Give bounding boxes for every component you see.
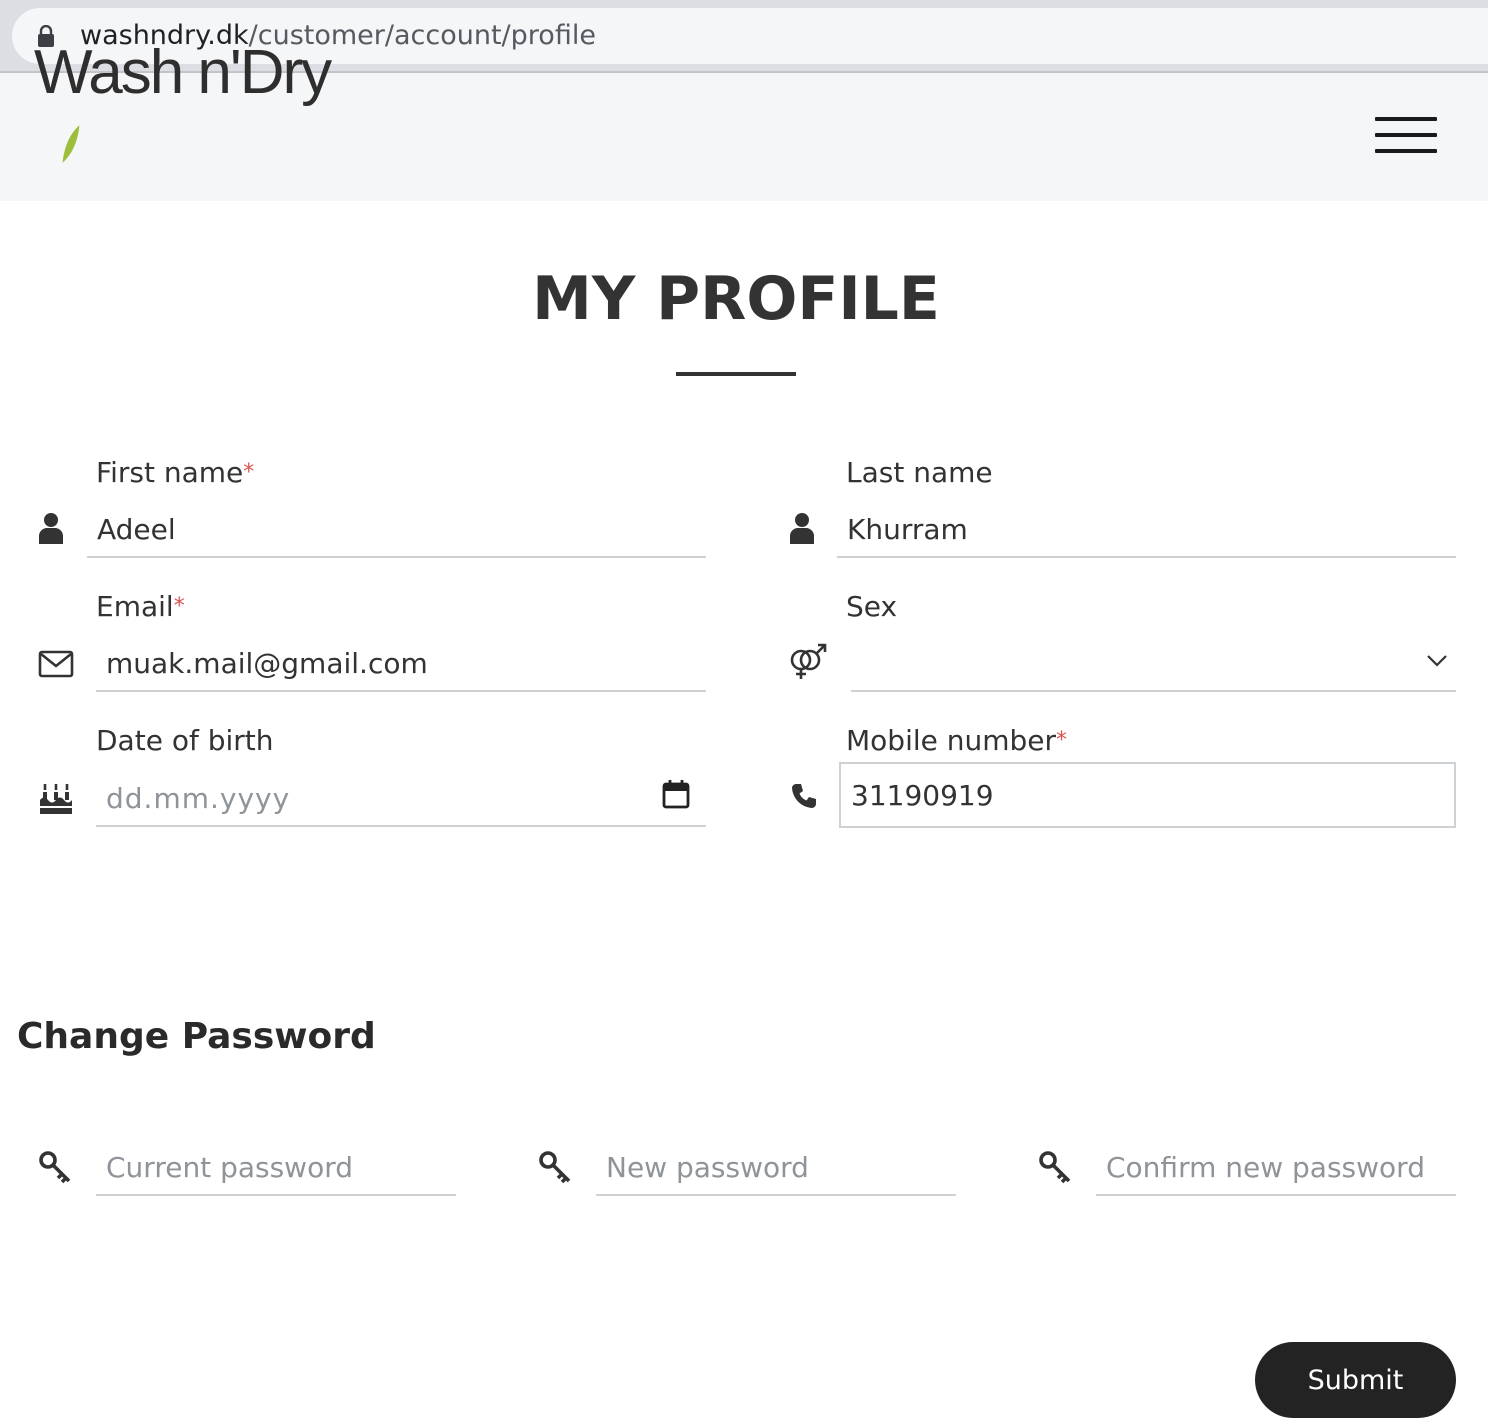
key-icon: [39, 1151, 71, 1184]
user-icon: [39, 513, 63, 544]
menu-bar: [1375, 133, 1437, 137]
dob-label: Date of birth: [96, 724, 274, 757]
sex-label: Sex: [846, 590, 898, 623]
gender-icon: [790, 643, 827, 679]
confirm-password-input[interactable]: [1096, 1140, 1456, 1196]
first-name-label-text: First name: [96, 456, 244, 489]
email-label: Email*: [96, 590, 185, 624]
current-password-input[interactable]: [96, 1140, 456, 1196]
last-name-label: Last name: [846, 456, 993, 489]
mobile-label-text: Mobile number: [846, 724, 1057, 757]
submit-button[interactable]: Submit: [1255, 1342, 1456, 1418]
last-name-input[interactable]: [837, 502, 1456, 558]
first-name-label: First name*: [96, 456, 254, 490]
user-icon: [790, 513, 814, 544]
page-title: MY PROFILE: [532, 264, 940, 334]
first-name-input[interactable]: [87, 502, 706, 558]
phone-icon: [792, 784, 816, 808]
new-password-input[interactable]: [596, 1140, 956, 1196]
mobile-label: Mobile number*: [846, 724, 1067, 758]
email-input[interactable]: [96, 636, 706, 692]
dob-input[interactable]: [96, 771, 706, 827]
required-mark: *: [243, 460, 255, 485]
change-password-heading: Change Password: [17, 1016, 376, 1057]
leaf-icon: [62, 125, 80, 163]
birthday-cake-icon: [40, 784, 72, 814]
site-logo[interactable]: Wash n'Dry: [34, 36, 332, 110]
email-label-text: Email: [96, 590, 174, 623]
menu-button[interactable]: [1375, 117, 1437, 157]
mobile-input[interactable]: [839, 762, 1456, 828]
title-divider: [676, 372, 796, 376]
key-icon: [539, 1151, 571, 1184]
menu-bar: [1375, 149, 1437, 153]
menu-bar: [1375, 117, 1437, 121]
required-mark: *: [1056, 728, 1068, 753]
chevron-down-icon: [1427, 655, 1447, 667]
sex-select[interactable]: [851, 636, 1456, 692]
required-mark: *: [173, 594, 185, 619]
calendar-icon[interactable]: [662, 779, 690, 809]
key-icon: [1039, 1151, 1071, 1184]
envelope-icon: [38, 650, 74, 678]
